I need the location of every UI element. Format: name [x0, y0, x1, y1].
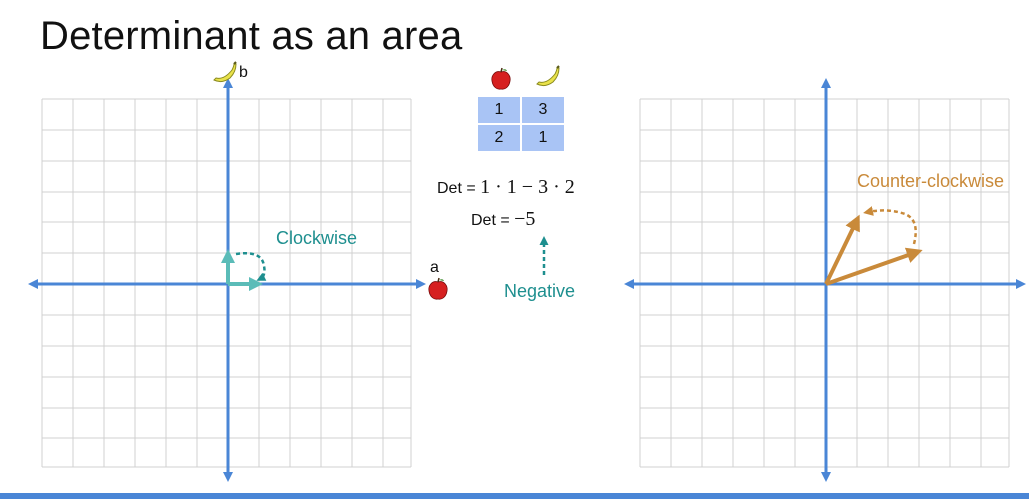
equation-prefix: Det = [471, 212, 515, 229]
negative-label: Negative [504, 281, 576, 301]
apple-icon [428, 277, 448, 300]
equation-prefix: Det = [437, 180, 481, 197]
y-axis-letter: b [239, 64, 248, 81]
determinant-equation-1: Det = 1 · 1 − 3 · 2 [437, 176, 575, 199]
equation-expression: 1 · 1 − 3 · 2 [480, 176, 575, 198]
counter-clockwise-arrow [863, 206, 917, 245]
right-axes [624, 78, 1026, 482]
matrix-cell: 2 [478, 125, 520, 151]
diagram-canvas [28, 61, 1026, 482]
clockwise-arrow [235, 252, 267, 281]
matrix-cell: 1 [478, 97, 520, 123]
matrix-row: 1 3 [478, 97, 564, 123]
banana-icon [213, 61, 237, 83]
apple-icon [491, 67, 511, 90]
x-axis-letter: a [430, 259, 439, 276]
matrix-row: 2 1 [478, 125, 564, 151]
banana-icon [536, 65, 560, 87]
bottom-accent-bar [0, 493, 1029, 499]
equation-result: −5 [514, 208, 536, 230]
determinant-equation-2: Det = −5 [471, 208, 535, 231]
matrix-cell: 1 [522, 125, 564, 151]
clockwise-label: Clockwise [276, 228, 358, 248]
matrix-cell: 3 [522, 97, 564, 123]
matrix-table: 1 3 2 1 [476, 95, 566, 153]
counter-clockwise-label: Counter-clockwise [857, 171, 1005, 191]
